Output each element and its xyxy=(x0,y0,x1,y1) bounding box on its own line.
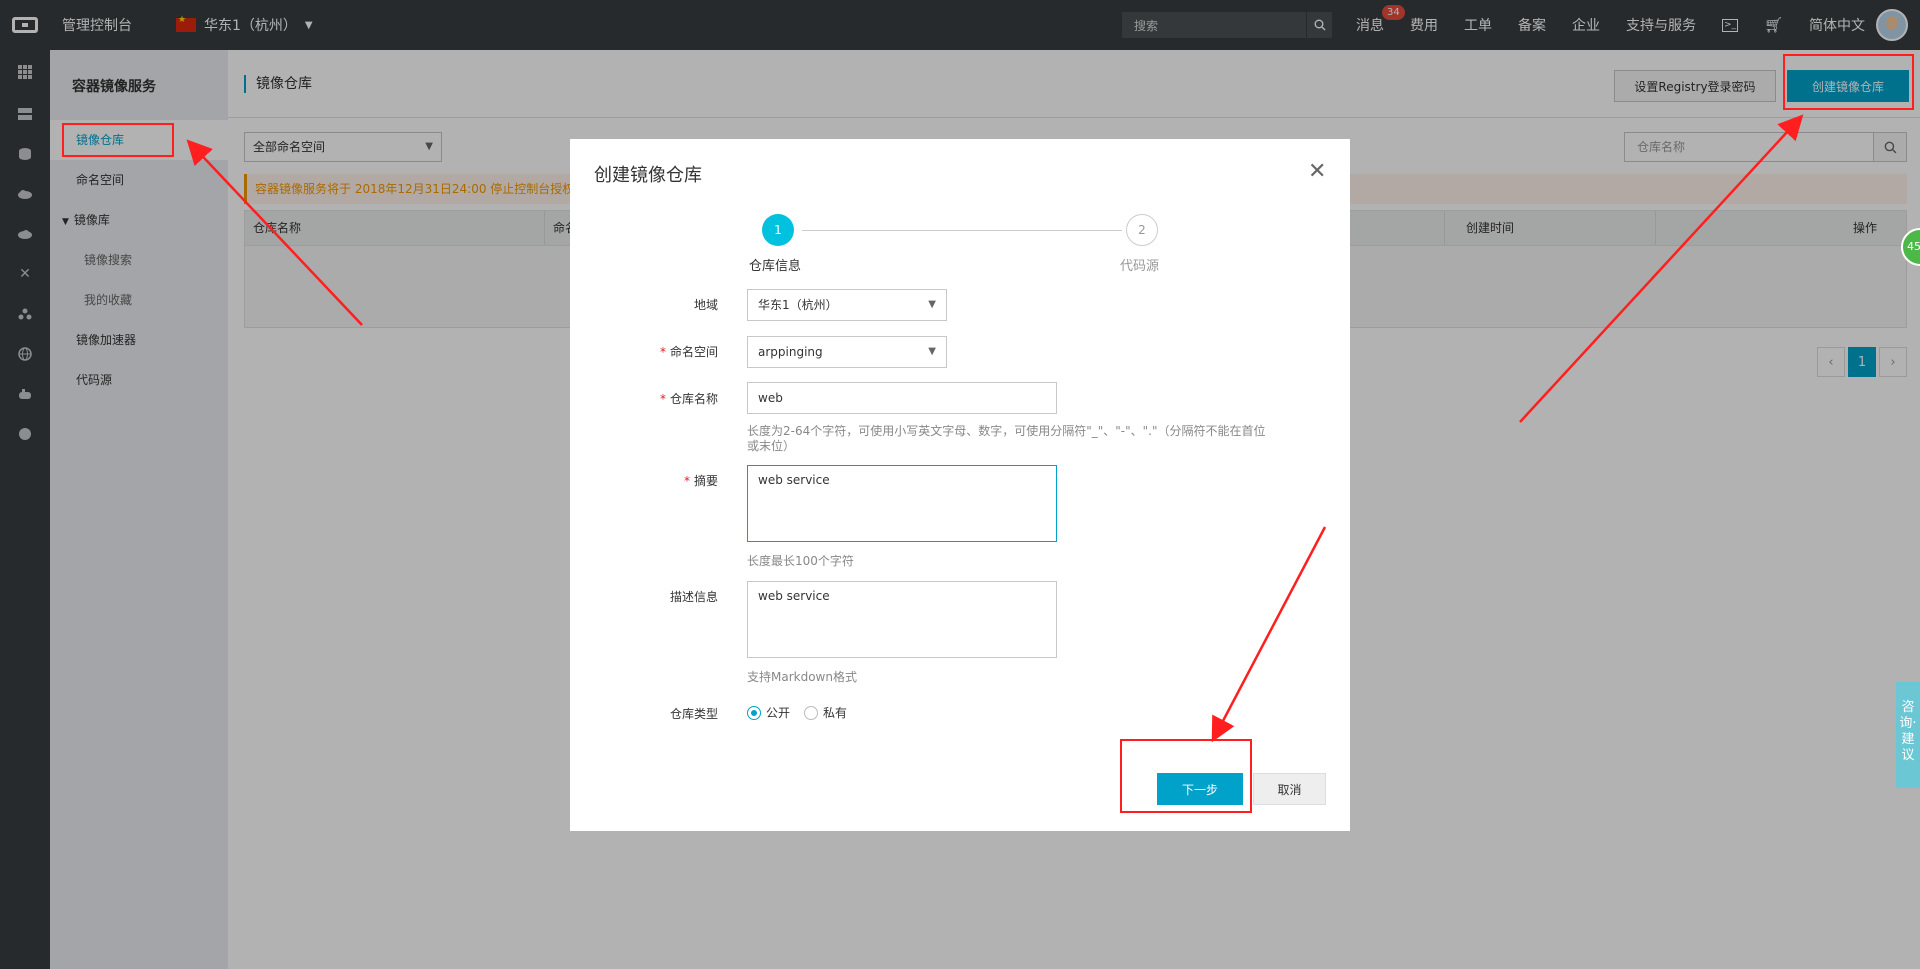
arrow-to-next xyxy=(1211,526,1327,743)
annotation-arrows xyxy=(186,114,1804,743)
arrow-to-create xyxy=(1519,114,1804,423)
arrow-to-sidebar xyxy=(186,139,363,326)
